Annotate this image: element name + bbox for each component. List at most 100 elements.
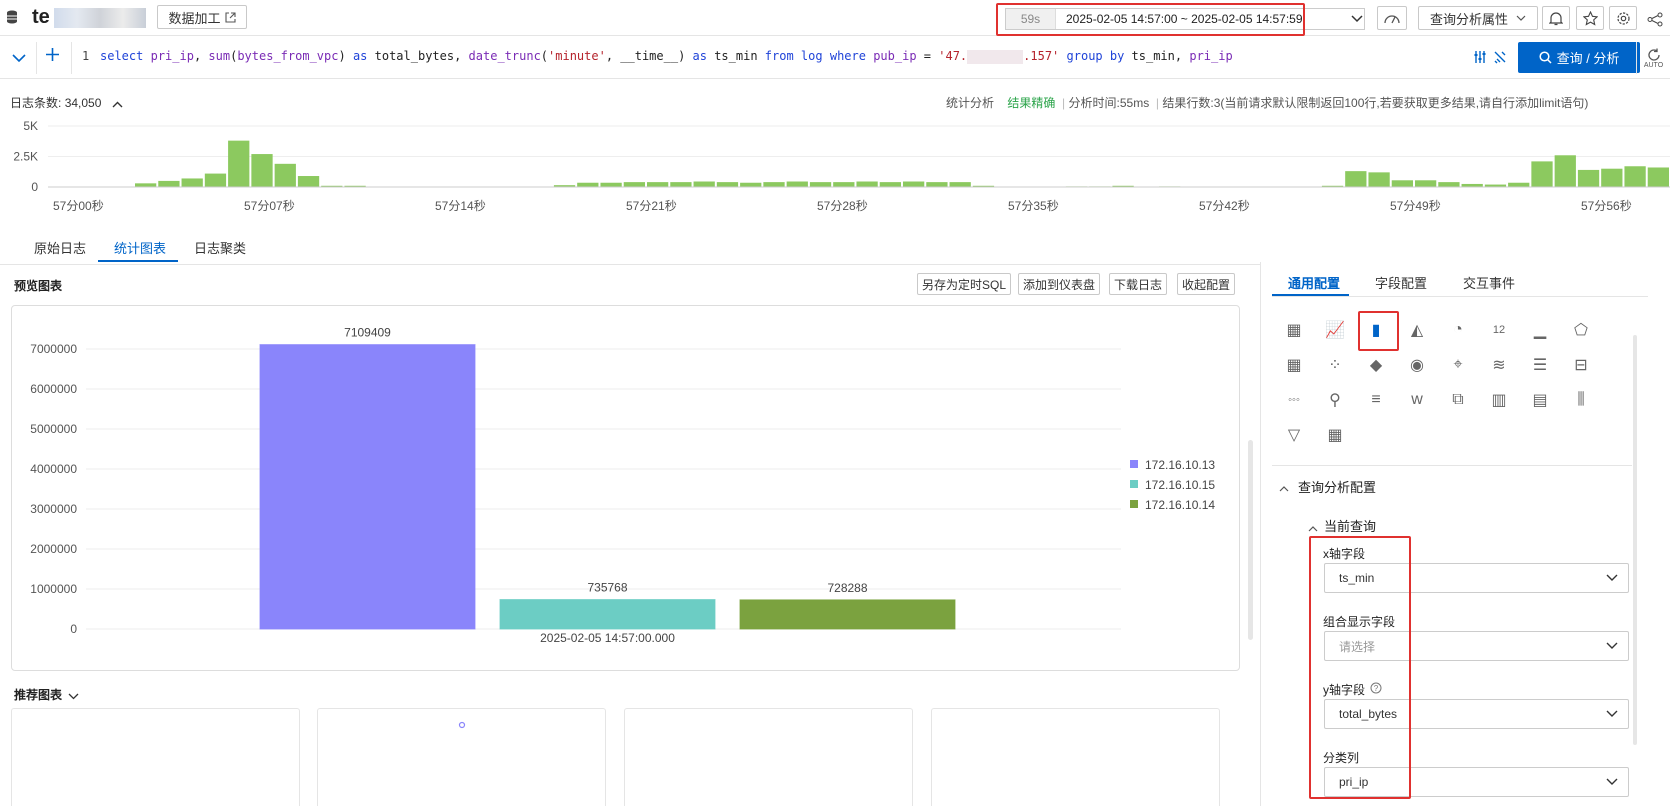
- chart-bar[interactable]: [739, 599, 956, 630]
- collapse-config-button[interactable]: 收起配置: [1177, 273, 1236, 295]
- log-histogram[interactable]: 5K 2.5K 0 57分00秒 57分07秒 57分14秒 57分21秒 57分28秒 57分…: [0, 112, 1670, 218]
- alert-button[interactable]: [1542, 6, 1570, 30]
- query-attributes-dropdown[interactable]: 查询分析属性: [1418, 6, 1538, 30]
- hist-bar[interactable]: [1345, 171, 1367, 187]
- sankey-icon[interactable]: ≋: [1487, 353, 1511, 377]
- hist-bar[interactable]: [786, 181, 808, 187]
- hist-bar[interactable]: [1577, 169, 1600, 187]
- flow-icon[interactable]: ◦◦◦: [1282, 388, 1306, 412]
- histogram-icon[interactable]: ▁: [1528, 318, 1552, 342]
- data-grid-icon[interactable]: ▦: [1323, 423, 1347, 447]
- hist-bar[interactable]: [577, 182, 599, 187]
- hist-bar[interactable]: [926, 182, 948, 187]
- tab-interaction-events[interactable]: 交互事件: [1463, 273, 1515, 292]
- hist-bar[interactable]: [1438, 182, 1460, 187]
- hist-bar[interactable]: [623, 182, 645, 187]
- hist-bar[interactable]: [600, 182, 622, 187]
- word-cloud-icon[interactable]: w: [1405, 388, 1429, 412]
- auto-refresh-button[interactable]: AUTO: [1636, 42, 1670, 74]
- chevron-down-icon[interactable]: [68, 688, 79, 703]
- hist-bar[interactable]: [763, 182, 785, 187]
- hist-bar[interactable]: [693, 181, 715, 187]
- tab-field-config[interactable]: 字段配置: [1375, 273, 1427, 292]
- clear-button[interactable]: [1493, 50, 1507, 67]
- hist-bar[interactable]: [158, 180, 180, 187]
- legend-item[interactable]: 172.16.10.15: [1145, 478, 1215, 492]
- recommended-chart-card[interactable]: [317, 708, 606, 806]
- format-button[interactable]: [1473, 50, 1487, 67]
- save-scheduled-sql-button[interactable]: 另存为定时SQL: [917, 273, 1012, 295]
- add-query-button[interactable]: [45, 47, 60, 65]
- geo-map-icon[interactable]: ⌖: [1446, 353, 1470, 377]
- recommended-chart-card[interactable]: [624, 708, 913, 806]
- scrollbar[interactable]: [1248, 440, 1253, 640]
- scatter-icon[interactable]: ⁘: [1323, 353, 1347, 377]
- hist-bar[interactable]: [1554, 155, 1576, 187]
- hist-bar[interactable]: [1601, 168, 1623, 187]
- tab-charts[interactable]: 统计图表: [114, 238, 166, 257]
- table-icon[interactable]: ▦: [1282, 318, 1306, 342]
- treemap-icon[interactable]: ▤: [1528, 388, 1552, 412]
- pie-chart-icon[interactable]: ◔: [1446, 318, 1470, 342]
- list-icon[interactable]: ☰: [1528, 353, 1552, 377]
- hist-bar[interactable]: [1508, 182, 1530, 187]
- topology-icon[interactable]: ⧉: [1446, 388, 1470, 412]
- help-icon[interactable]: ?: [1370, 682, 1382, 694]
- field-select[interactable]: total_bytes: [1324, 699, 1629, 729]
- funnel-icon[interactable]: ▽: [1282, 423, 1306, 447]
- collapse-query-toggle[interactable]: [12, 51, 26, 66]
- hist-bar[interactable]: [1531, 161, 1553, 187]
- tab-general-config[interactable]: 通用配置: [1288, 273, 1340, 292]
- bar-chart-icon[interactable]: ▮: [1364, 318, 1388, 342]
- hist-bar[interactable]: [1415, 180, 1437, 187]
- time-range-picker[interactable]: 59s 2025-02-05 14:57:00 ~ 2025-02-05 14:…: [1005, 8, 1365, 30]
- legend-item[interactable]: 172.16.10.13: [1145, 458, 1215, 472]
- data-processing-button[interactable]: 数据加工: [157, 5, 247, 29]
- line-chart-icon[interactable]: 📈: [1323, 318, 1347, 342]
- scrollbar[interactable]: [1633, 335, 1637, 745]
- share-button[interactable]: [1644, 9, 1666, 29]
- sql-editor[interactable]: select pri_ip, sum(bytes_from_vpc) as to…: [100, 49, 1233, 64]
- add-to-dashboard-button[interactable]: 添加到仪表盘: [1018, 273, 1101, 295]
- refresh-speed-button[interactable]: [1377, 6, 1407, 30]
- favorite-button[interactable]: [1576, 6, 1604, 30]
- hist-bar[interactable]: [670, 182, 692, 187]
- hist-bar[interactable]: [135, 183, 157, 187]
- tab-raw-logs[interactable]: 原始日志: [34, 238, 86, 257]
- hist-bar[interactable]: [1368, 172, 1390, 187]
- hist-bar[interactable]: [647, 182, 669, 187]
- hist-bar[interactable]: [949, 182, 971, 187]
- single-value-icon[interactable]: 12: [1487, 318, 1511, 342]
- bar-chart[interactable]: 0 1000000 2000000 3000000 4000000 5000000 6000…: [11, 305, 1240, 671]
- point-map-icon[interactable]: ⚲: [1323, 388, 1347, 412]
- download-logs-button[interactable]: 下载日志: [1109, 273, 1168, 295]
- boxplot-icon[interactable]: ⊟: [1569, 353, 1593, 377]
- area-chart-icon[interactable]: ◭: [1405, 318, 1429, 342]
- hist-bar[interactable]: [809, 182, 832, 187]
- funnel-col-icon[interactable]: ▥: [1487, 388, 1511, 412]
- hist-bar[interactable]: [833, 182, 855, 187]
- field-select[interactable]: pri_ip: [1324, 767, 1629, 797]
- hist-bar[interactable]: [274, 163, 296, 187]
- hist-bar[interactable]: [716, 182, 739, 187]
- chart-bar[interactable]: [259, 344, 476, 630]
- hist-bar[interactable]: [297, 176, 320, 187]
- legend-item[interactable]: 172.16.10.14: [1145, 498, 1215, 512]
- hist-bar[interactable]: [251, 154, 273, 187]
- hist-bar[interactable]: [1624, 166, 1646, 187]
- hist-bar[interactable]: [228, 140, 250, 187]
- recommended-chart-card[interactable]: [11, 708, 300, 806]
- run-query-button[interactable]: 查询 / 分析: [1518, 42, 1640, 73]
- field-select[interactable]: 请选择: [1324, 631, 1629, 661]
- hist-bar[interactable]: [856, 181, 878, 187]
- tab-log-clustering[interactable]: 日志聚类: [194, 238, 246, 257]
- hist-bar[interactable]: [879, 182, 901, 187]
- chevron-down-icon[interactable]: [1345, 8, 1369, 30]
- recommended-chart-card[interactable]: [931, 708, 1220, 806]
- progress-icon[interactable]: ≡: [1364, 388, 1388, 412]
- collapse-histogram-toggle[interactable]: [112, 96, 123, 111]
- chevron-up-icon[interactable]: [1279, 480, 1289, 495]
- calendar-icon[interactable]: ▦: [1282, 353, 1306, 377]
- chevron-up-icon[interactable]: [1308, 520, 1318, 535]
- world-map-icon[interactable]: ◉: [1405, 353, 1429, 377]
